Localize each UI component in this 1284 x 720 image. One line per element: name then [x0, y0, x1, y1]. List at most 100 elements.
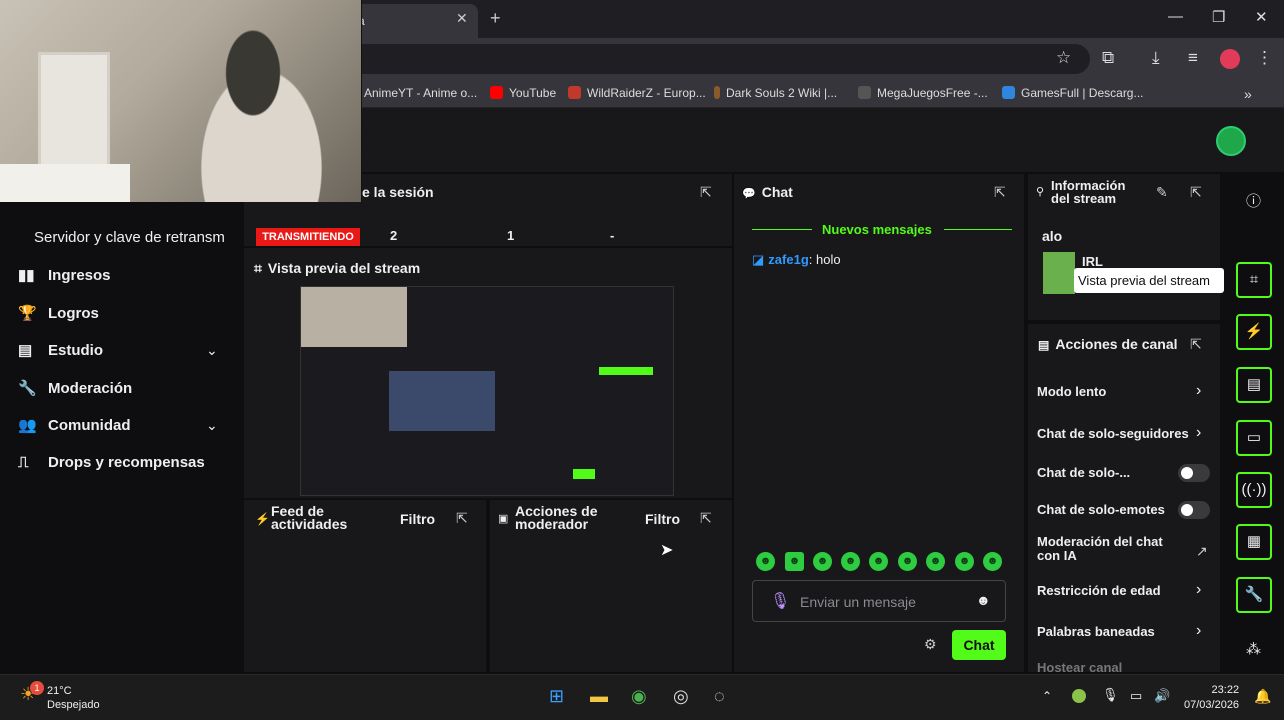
popout-icon[interactable]: ⇱: [1190, 184, 1202, 201]
popout-icon[interactable]: ⇱: [994, 184, 1006, 201]
file-explorer-icon[interactable]: ▬: [590, 686, 608, 707]
chevron-down-icon[interactable]: ⌄: [206, 417, 218, 434]
app-icon[interactable]: ◎: [673, 686, 689, 707]
bookmark-item[interactable]: WildRaiderZ - Europ...: [568, 86, 706, 100]
clock[interactable]: 23:22 07/03/2026: [1184, 683, 1239, 713]
mod-view-icon[interactable]: ▦: [1236, 524, 1272, 560]
gamepad-icon: [1002, 86, 1015, 99]
modactions-filter-button[interactable]: Filtro: [645, 511, 680, 527]
action-age-restriction[interactable]: Restricción de edad: [1037, 583, 1161, 598]
new-tab-icon[interactable]: +: [490, 8, 501, 29]
emote-icon[interactable]: ☻: [983, 552, 1002, 571]
app-icon[interactable]: ◌: [714, 686, 725, 707]
feed-title: Feed de actividades: [271, 503, 348, 532]
emote-icon[interactable]: ☻: [841, 552, 860, 571]
popout-icon[interactable]: ⇱: [1190, 336, 1202, 353]
preview-nested: [389, 371, 495, 431]
bookmark-item[interactable]: YouTube: [490, 86, 556, 100]
chrome-icon[interactable]: ◉: [631, 686, 647, 707]
chevron-down-icon[interactable]: ⌄: [206, 342, 218, 359]
nav-estudio[interactable]: ▤ Estudio: [18, 341, 103, 359]
chevron-right-icon[interactable]: ›: [1196, 382, 1201, 400]
action-host-channel[interactable]: Hostear canal: [1037, 660, 1122, 675]
nav-drops[interactable]: ⎍ Drops y recompensas: [18, 454, 205, 471]
notes-icon[interactable]: ▤: [1236, 367, 1272, 403]
extensions-icon[interactable]: ⧉: [1102, 48, 1114, 68]
nav-server-key[interactable]: Servidor y clave de retransm: [34, 229, 225, 246]
chat-rail-icon[interactable]: ▭: [1236, 420, 1272, 456]
dots-icon[interactable]: ⁂: [1246, 640, 1261, 658]
download-icon[interactable]: ⤓: [1152, 48, 1160, 68]
session-stat: 2: [390, 228, 398, 243]
bookmark-item[interactable]: Dark Souls 2 Wiki |...: [714, 86, 837, 100]
bookmark-star-icon[interactable]: ☆: [1056, 48, 1071, 68]
wrench-icon[interactable]: 🔧: [1236, 577, 1272, 613]
tab-close-icon[interactable]: ✕: [456, 10, 468, 27]
emote-icon[interactable]: ☻: [955, 552, 974, 571]
lightning-icon[interactable]: ⚡: [1236, 314, 1272, 350]
close-window-icon[interactable]: ✕: [1255, 8, 1268, 26]
browser-menu-icon[interactable]: ⋮: [1256, 48, 1273, 68]
mouse-cursor-icon: ➤: [660, 542, 674, 559]
microphone-icon[interactable]: 🎙: [770, 591, 790, 611]
chat-username[interactable]: zafe1g: [768, 252, 808, 267]
nav-ingresos[interactable]: ▮▮ Ingresos: [18, 266, 111, 284]
actions-title: ▤ Acciones de canal: [1038, 336, 1178, 352]
popout-icon[interactable]: ⇱: [456, 510, 468, 527]
feed-filter-button[interactable]: Filtro: [400, 511, 435, 527]
info-icon[interactable]: ⓘ: [1246, 190, 1261, 211]
minimize-icon[interactable]: —: [1168, 8, 1183, 25]
network-icon[interactable]: ▭: [1130, 688, 1142, 704]
volume-icon[interactable]: 🔊: [1154, 688, 1170, 704]
preview-rail-icon[interactable]: ⌗: [1236, 262, 1272, 298]
nav-moderacion[interactable]: 🔧 Moderación: [18, 379, 132, 397]
microphone-icon[interactable]: 🎙: [1102, 687, 1119, 703]
nav-logros[interactable]: 🏆 Logros: [18, 304, 99, 322]
session-title: e la sesión: [362, 184, 434, 200]
windows-start-icon[interactable]: ⊞: [549, 686, 564, 707]
more-bookmarks-icon[interactable]: »: [1244, 86, 1252, 102]
media-control-icon[interactable]: ≡: [1188, 48, 1198, 68]
bookmark-item[interactable]: GamesFull | Descarg...: [1002, 86, 1143, 100]
emote-icon[interactable]: ☻: [898, 552, 917, 571]
weather-widget[interactable]: 21°C Despejado: [47, 684, 100, 712]
nav-comunidad[interactable]: 👥 Comunidad: [18, 416, 131, 434]
broadcast-icon[interactable]: ((·)): [1236, 472, 1272, 508]
category-thumbnail[interactable]: [1043, 252, 1075, 294]
category-name[interactable]: IRL: [1082, 254, 1103, 269]
emote-icon[interactable]: ☻: [813, 552, 832, 571]
emote-icon[interactable]: ☻: [869, 552, 888, 571]
emote-icon[interactable]: ☻: [756, 552, 775, 571]
subs-only-toggle[interactable]: [1178, 464, 1210, 482]
bookmark-item[interactable]: MegaJuegosFree -...: [858, 86, 988, 100]
profile-avatar[interactable]: [1220, 49, 1240, 69]
wildraiderz-icon: [568, 86, 581, 99]
popout-icon[interactable]: ⇱: [700, 184, 712, 201]
chat-send-button[interactable]: Chat: [952, 630, 1006, 660]
session-stat: 1: [507, 228, 515, 243]
action-ai-moderation[interactable]: Moderación del chat con IA: [1037, 535, 1163, 563]
bookmark-item[interactable]: AnimeYT - Anime o...: [364, 86, 477, 100]
popout-icon[interactable]: ⇱: [700, 510, 712, 527]
action-slow-mode[interactable]: Modo lento: [1037, 384, 1106, 399]
stream-preview-video[interactable]: [300, 286, 674, 496]
pencil-icon[interactable]: ✎: [1156, 184, 1168, 201]
notification-center-icon[interactable]: 🔔: [1254, 688, 1271, 705]
maximize-icon[interactable]: ❐: [1212, 8, 1225, 26]
emoji-icon[interactable]: ☻: [976, 592, 991, 608]
emotes-only-toggle[interactable]: [1178, 501, 1210, 519]
gear-icon[interactable]: ⚙: [924, 636, 937, 653]
chevron-right-icon[interactable]: ›: [1196, 622, 1201, 640]
tray-app-icon[interactable]: [1072, 689, 1086, 703]
chevron-right-icon[interactable]: ›: [1196, 581, 1201, 599]
address-bar[interactable]: [330, 44, 1090, 74]
user-avatar[interactable]: [1216, 126, 1246, 156]
darksouls-icon: [714, 86, 720, 99]
chevron-up-icon[interactable]: ⌃: [1042, 689, 1052, 703]
action-banned-words[interactable]: Palabras baneadas: [1037, 624, 1155, 639]
external-link-icon[interactable]: ↗: [1196, 543, 1208, 560]
chevron-right-icon[interactable]: ›: [1196, 424, 1201, 442]
action-followers-only[interactable]: Chat de solo-seguidores: [1037, 426, 1189, 441]
emote-icon[interactable]: ☻: [785, 552, 804, 571]
emote-icon[interactable]: ☻: [926, 552, 945, 571]
